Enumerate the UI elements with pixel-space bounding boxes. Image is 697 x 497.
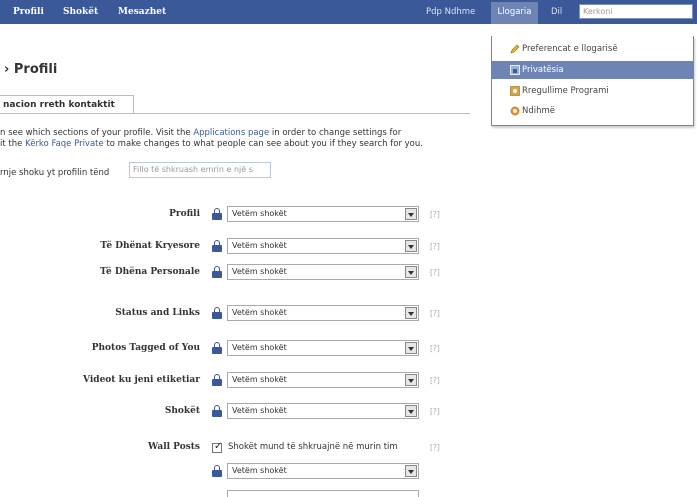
help-icon <box>510 106 520 116</box>
select-value: Vetëm shokët <box>232 308 287 317</box>
select-value: Vetëm shokët <box>232 241 287 250</box>
setting-label-videot-ku-jeni-etiketiar: Videot ku jeni etiketiar <box>83 375 200 385</box>
menu-item-label: Preferencat e llogarisë <box>522 44 618 54</box>
menu-item-label: Privatësia <box>522 65 564 75</box>
chevron-down-icon <box>405 240 417 252</box>
search-privacy-link[interactable]: Kërko Faqe Private <box>25 139 104 149</box>
setting-label-profili: Profili <box>169 209 200 219</box>
menu-item-help[interactable]: Ndihmë <box>492 102 693 120</box>
pencil-icon <box>510 44 520 54</box>
top-navigation-bar: Profili Shokët Mesazhet Pdp Ndhme Llogar… <box>0 0 697 24</box>
applications-page-link[interactable]: Applications page <box>193 128 269 138</box>
wall-posts-checkbox-label: Shokët mund të shkruajnë në murin tim <box>228 442 398 452</box>
search-input[interactable]: Kerkoni <box>579 4 693 19</box>
nav-messages[interactable]: Mesazhet <box>118 0 166 24</box>
account-dropdown-menu: Preferencat e llogarisë Privatësia Rregu… <box>491 36 694 126</box>
privacy-select-profili[interactable]: Vetëm shokët <box>227 206 419 222</box>
privacy-select-photos-tagged-of-you[interactable]: Vetëm shokët <box>227 340 419 356</box>
menu-item-account-settings[interactable]: Preferencat e llogarisë <box>492 40 693 58</box>
setting-label-status-and-links: Status and Links <box>115 308 200 318</box>
menu-item-label: Rregullime Programi <box>522 86 609 96</box>
intro-text-part: it the <box>0 139 26 149</box>
lock-icon <box>212 374 222 386</box>
lock-icon <box>212 342 222 354</box>
help-link[interactable]: [?] <box>430 344 440 353</box>
preview-friend-input[interactable]: Fillo të shkruash emrin e një s <box>129 162 271 178</box>
nav-friends[interactable]: Shokët <box>63 0 98 24</box>
chevron-down-icon <box>405 307 417 319</box>
lock-icon <box>212 266 222 278</box>
intro-text-part: n see which sections of your profile. Vi… <box>0 128 194 138</box>
help-link[interactable]: [?] <box>430 309 440 318</box>
setting-label-shok-t: Shokët <box>164 406 200 416</box>
logout-link[interactable]: Dil <box>551 0 562 24</box>
nav-profile[interactable]: Profili <box>13 0 44 24</box>
select-value: Vetëm shokët <box>232 209 287 218</box>
wall-posts-help[interactable]: [?] <box>430 443 440 452</box>
setting-label-t-dh-nat-kryesore: Të Dhënat Kryesore <box>100 241 200 251</box>
wall-posts-privacy-select[interactable]: Vetëm shokët <box>227 463 419 479</box>
preview-profile-label: rnje shoku yt profilin tënd <box>0 168 110 178</box>
privacy-select-status-and-links[interactable]: Vetëm shokët <box>227 305 419 321</box>
intro-text-part: in order to change settings for <box>269 128 402 138</box>
intro-text: n see which sections of your profile. Vi… <box>0 128 480 150</box>
select-value: Vetëm shokët <box>232 267 287 276</box>
setting-label-t-dh-na-personale: Të Dhëna Personale <box>100 267 200 277</box>
user-name-link[interactable]: Pdp Ndhme <box>426 0 475 24</box>
tab-contact-information[interactable]: nacion rreth kontaktit <box>0 95 134 114</box>
help-link[interactable]: [?] <box>430 210 440 219</box>
wall-posts-label: Wall Posts <box>148 442 200 452</box>
page-title: › Profili <box>4 62 58 77</box>
select-value: Vetëm shokët <box>232 466 287 475</box>
wall-posts-checkbox[interactable] <box>212 441 222 453</box>
menu-item-label: Ndihmë <box>522 106 556 116</box>
chevron-down-icon <box>405 266 417 278</box>
help-link[interactable]: [?] <box>430 376 440 385</box>
account-menu-button[interactable]: Llogaria <box>491 2 538 24</box>
lock-icon <box>212 465 222 477</box>
chevron-down-icon <box>405 374 417 386</box>
lock-icon <box>212 208 222 220</box>
privacy-icon <box>510 65 520 75</box>
lock-icon <box>212 240 222 252</box>
privacy-select-shok-t[interactable]: Vetëm shokët <box>227 403 419 419</box>
lock-icon <box>212 405 222 417</box>
chevron-down-icon <box>405 342 417 354</box>
privacy-select-t-dh-na-personale[interactable]: Vetëm shokët <box>227 264 419 280</box>
select-value: Vetëm shokët <box>232 343 287 352</box>
chevron-down-icon <box>405 405 417 417</box>
chevron-down-icon <box>405 465 417 477</box>
select-value: Vetëm shokët <box>232 406 287 415</box>
menu-item-application-settings[interactable]: Rregullime Programi <box>492 82 693 100</box>
help-link[interactable]: [?] <box>430 268 440 277</box>
select-value: Vetëm shokët <box>232 375 287 384</box>
application-icon <box>510 86 520 96</box>
privacy-select-videot-ku-jeni-etiketiar[interactable]: Vetëm shokët <box>227 372 419 388</box>
lock-icon <box>212 307 222 319</box>
setting-label-photos-tagged-of-you: Photos Tagged of You <box>91 343 200 353</box>
tab-divider <box>0 113 470 114</box>
intro-text-part: to make changes to what people can see a… <box>103 139 423 149</box>
chevron-down-icon <box>405 208 417 220</box>
help-link[interactable]: [?] <box>430 407 440 416</box>
privacy-select-t-dh-nat-kryesore[interactable]: Vetëm shokët <box>227 238 419 254</box>
menu-item-privacy[interactable]: Privatësia <box>492 61 693 79</box>
next-privacy-select[interactable] <box>227 490 419 497</box>
help-link[interactable]: [?] <box>430 242 440 251</box>
